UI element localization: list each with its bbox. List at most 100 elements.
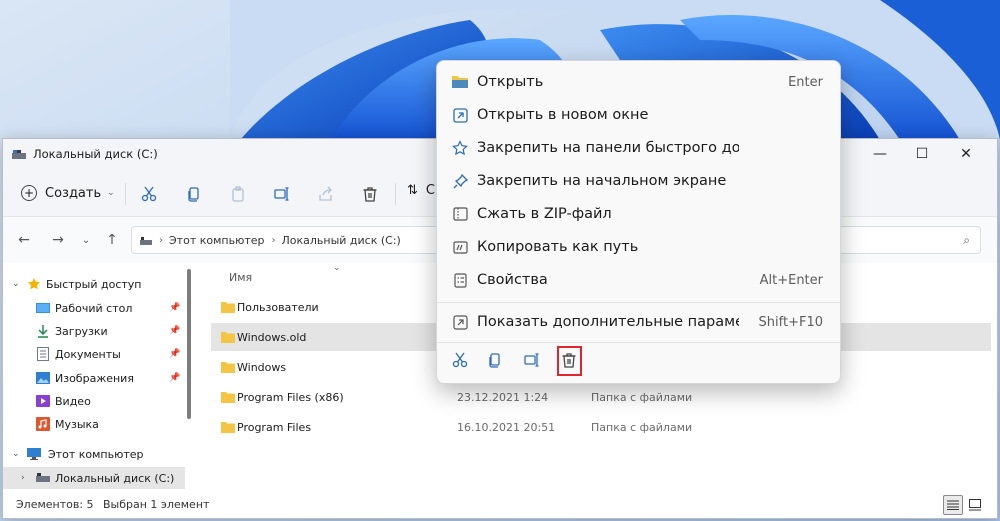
copy-icon[interactable]	[183, 183, 205, 205]
sidebar-item-desktop[interactable]: Рабочий стол 📌	[3, 297, 185, 319]
sidebar-item-label: Этот компьютер	[48, 447, 144, 461]
menu-item-copy-path[interactable]: Копировать как путь	[443, 231, 835, 263]
column-header-name[interactable]: Имя	[229, 271, 252, 284]
rename-icon[interactable]	[271, 183, 293, 205]
sidebar-item-label: Музыка	[55, 417, 99, 431]
breadcrumb-local-disk[interactable]: Локальный диск (C:)	[282, 234, 401, 247]
details-view-button[interactable]	[943, 495, 963, 515]
sidebar-item-downloads[interactable]: Загрузки 📌	[3, 320, 185, 342]
paste-icon[interactable]	[227, 183, 249, 205]
menu-item-shortcut: Enter	[788, 74, 823, 90]
menu-item-label: Открыть в новом окне	[477, 107, 649, 123]
pin-icon: 📌	[169, 373, 181, 383]
menu-item-pin-start[interactable]: Закрепить на начальном экране	[443, 165, 835, 197]
more-options-icon	[452, 314, 468, 330]
music-icon	[36, 417, 50, 431]
copy-path-icon	[452, 239, 468, 255]
sidebar-item-label: Изображения	[55, 371, 134, 385]
list-item[interactable]: Program Files (x86) 23.12.2021 1:24 Папк…	[211, 383, 991, 411]
sidebar-item-video[interactable]: Видео	[3, 390, 185, 412]
plus-icon: +	[21, 185, 37, 201]
file-name: Program Files	[237, 420, 312, 434]
pc-icon	[27, 447, 41, 461]
sidebar-item-label: Загрузки	[55, 324, 108, 338]
menu-item-shortcut: Shift+F10	[758, 314, 823, 330]
tiles-view-button[interactable]	[965, 495, 985, 515]
chevron-down-icon: ⌄	[107, 188, 115, 198]
folder-icon	[221, 421, 235, 433]
maximize-button[interactable]: ☐	[899, 139, 945, 169]
rename-icon[interactable]	[521, 349, 543, 371]
chevron-down-icon[interactable]: ⌄	[12, 449, 20, 459]
delete-icon[interactable]	[359, 183, 381, 205]
copy-icon[interactable]	[484, 349, 506, 371]
items-count: Элементов: 5	[16, 497, 94, 511]
properties-icon	[452, 272, 468, 288]
menu-item-properties[interactable]: Свойства Alt+Enter	[443, 264, 835, 296]
up-button[interactable]: ↑	[101, 229, 123, 251]
drive-icon	[36, 471, 50, 485]
desktop-icon	[36, 301, 50, 315]
sidebar-item-images[interactable]: Изображения 📌	[3, 367, 185, 389]
back-button[interactable]: ←	[13, 229, 35, 251]
cut-icon[interactable]	[449, 349, 471, 371]
create-button[interactable]: + Создать ⌄	[21, 181, 115, 205]
divider	[125, 183, 126, 205]
search-icon[interactable]: ⌕	[963, 233, 970, 248]
file-type: Папка с файлами	[591, 390, 693, 404]
menu-item-open-new-window[interactable]: Открыть в новом окне	[443, 99, 835, 131]
divider	[437, 342, 840, 343]
folder-icon	[452, 74, 468, 90]
chevron-down-icon: ⌄	[333, 263, 341, 273]
pin-icon	[452, 173, 468, 189]
sidebar-item-music[interactable]: Музыка	[3, 413, 185, 435]
window-title: Локальный диск (C:)	[33, 147, 158, 161]
file-date: 16.10.2021 20:51	[457, 420, 556, 434]
chevron-right-icon: ›	[159, 234, 163, 246]
delete-highlight-frame	[557, 346, 582, 376]
sidebar-item-documents[interactable]: Документы 📌	[3, 343, 185, 365]
images-icon	[36, 371, 50, 385]
pin-icon: 📌	[169, 349, 181, 359]
share-icon[interactable]	[315, 183, 337, 205]
sidebar-scrollbar[interactable]	[187, 269, 191, 419]
file-name: Windows	[237, 360, 287, 374]
forward-button[interactable]: →	[47, 229, 69, 251]
cut-icon[interactable]	[138, 183, 160, 205]
open-new-window-icon	[452, 107, 468, 123]
file-name: Program Files (x86)	[237, 390, 344, 404]
close-button[interactable]: ✕	[943, 139, 989, 169]
menu-item-label: Закрепить на панели быстрого доступа	[477, 140, 739, 156]
sort-button[interactable]: ⇅ С	[407, 183, 435, 198]
pin-icon: 📌	[169, 303, 181, 313]
sidebar-item-this-pc[interactable]: ⌄ Этот компьютер	[3, 443, 185, 465]
menu-item-label: Закрепить на начальном экране	[477, 173, 727, 189]
documents-icon	[36, 347, 50, 361]
sidebar-item-quick-access[interactable]: ⌄ Быстрый доступ	[3, 273, 185, 295]
folder-icon	[221, 331, 235, 343]
sidebar-item-label: Быстрый доступ	[46, 277, 142, 291]
menu-item-open[interactable]: Открыть Enter	[443, 66, 835, 98]
breadcrumb-this-pc[interactable]: Этот компьютер	[169, 234, 265, 247]
file-date: 23.12.2021 1:24	[457, 390, 549, 404]
chevron-right-icon[interactable]: ›	[21, 473, 25, 483]
menu-item-label: Показать дополнительные параметры	[477, 314, 739, 330]
pin-icon: 📌	[169, 326, 181, 336]
zip-icon	[452, 206, 468, 222]
minimize-button[interactable]: —	[857, 139, 903, 169]
recent-chevron-icon[interactable]: ⌄	[75, 229, 97, 251]
list-item[interactable]: Program Files 16.10.2021 20:51 Папка с ф…	[211, 413, 991, 441]
tiles-view-icon	[969, 499, 981, 511]
download-icon	[36, 324, 50, 338]
sidebar-item-local-disk[interactable]: › Локальный диск (C:)	[3, 467, 185, 489]
sidebar-item-label: Рабочий стол	[55, 301, 133, 315]
folder-icon	[221, 391, 235, 403]
drive-icon	[140, 236, 152, 245]
context-menu: Открыть Enter Открыть в новом окне Закре…	[436, 60, 841, 384]
divider	[395, 183, 396, 205]
menu-item-more-options[interactable]: Показать дополнительные параметры Shift+…	[443, 306, 835, 338]
file-type: Папка с файлами	[591, 420, 693, 434]
menu-item-pin-quick-access[interactable]: Закрепить на панели быстрого доступа	[443, 132, 835, 164]
chevron-down-icon[interactable]: ⌄	[12, 279, 20, 289]
menu-item-zip[interactable]: Сжать в ZIP-файл	[443, 198, 835, 230]
